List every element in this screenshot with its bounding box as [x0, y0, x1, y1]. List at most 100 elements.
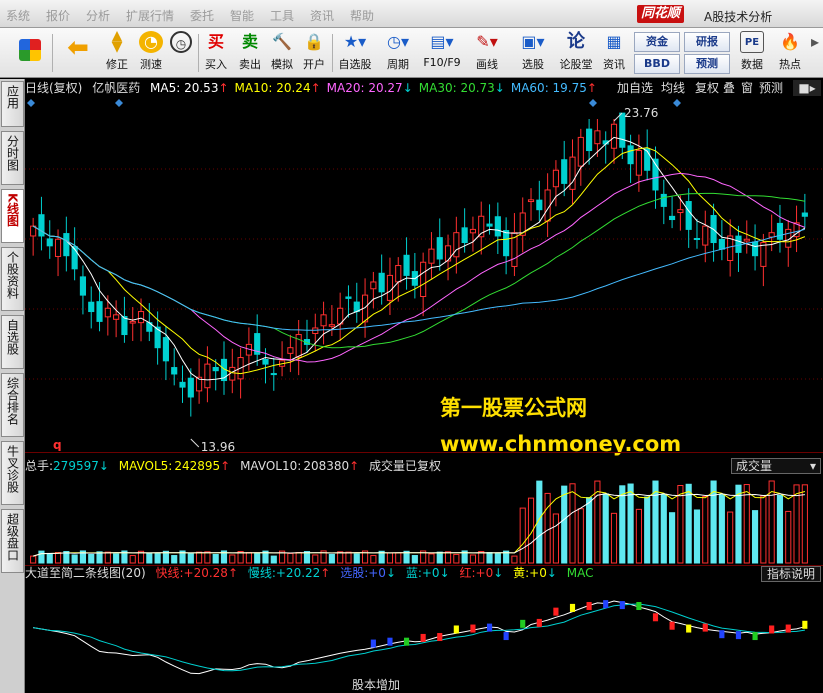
- speed-test-button[interactable]: ◔ 测速: [134, 31, 168, 75]
- fast-line: [33, 600, 806, 675]
- signal-block-93: [802, 620, 808, 629]
- draw-line-button[interactable]: ✎▾ 画线: [466, 31, 508, 75]
- candle-body-68: [594, 130, 601, 145]
- news-icon: ▦: [606, 32, 622, 51]
- volume-bar-37: [337, 551, 344, 564]
- candle-body-60: [527, 199, 535, 203]
- research-button[interactable]: 研报: [684, 32, 730, 52]
- buy-label: 买入: [205, 58, 227, 71]
- volume-bar-83: [718, 494, 725, 564]
- pick-value: +0: [368, 566, 386, 580]
- period-label: 周期: [387, 58, 409, 71]
- stock-screen-button[interactable]: ▣▾ 选股: [512, 31, 554, 75]
- menu-quote[interactable]: 报价: [46, 7, 70, 24]
- signal-block-45: [403, 637, 410, 646]
- bbd-button[interactable]: BBD: [634, 54, 680, 74]
- candle-body-32: [295, 334, 302, 358]
- candle-body-70: [610, 123, 618, 149]
- volume-bar-53: [469, 554, 477, 564]
- sell-button[interactable]: 卖 卖出: [234, 31, 266, 75]
- fund-button[interactable]: 资金: [634, 32, 680, 52]
- fast-value: +20.28: [183, 566, 228, 580]
- open-account-button[interactable]: 🔒 开户: [298, 31, 330, 75]
- candle-body-47: [420, 261, 427, 298]
- period-button[interactable]: ◷▾ 周期: [378, 31, 418, 75]
- menu-analysis[interactable]: 分析: [86, 7, 110, 24]
- red-label: 红:: [459, 566, 476, 580]
- signal-block-61: [536, 618, 542, 627]
- blue-value: +0: [421, 566, 440, 580]
- layout-button[interactable]: [14, 31, 46, 75]
- menu-smart[interactable]: 智能: [230, 7, 254, 24]
- volume-bar-88: [760, 495, 767, 564]
- tab-kline[interactable]: K线图: [1, 189, 24, 243]
- volume-bar-73: [635, 508, 642, 564]
- volume-bar-48: [428, 553, 435, 564]
- menu-news[interactable]: 资讯: [310, 7, 334, 24]
- volume-bar-69: [602, 493, 609, 564]
- kline-chart[interactable]: 23.76 13.96 q: [25, 79, 823, 451]
- back-button[interactable]: ⬅: [60, 31, 96, 75]
- tab-level2[interactable]: 超级盘口: [1, 509, 24, 573]
- indicator-help-button[interactable]: 指标说明: [761, 566, 821, 582]
- menu-tools[interactable]: 工具: [270, 7, 294, 24]
- candle-body-66: [577, 136, 584, 167]
- candle-body-77: [669, 215, 676, 221]
- candle-body-44: [395, 265, 402, 283]
- volume-bar-79: [685, 483, 692, 564]
- slow-line: [33, 603, 805, 672]
- tab-watchlist-label: 自选股: [5, 319, 20, 355]
- data-button[interactable]: PE 数据: [736, 31, 768, 75]
- news-button[interactable]: ▦ 资讯: [598, 31, 630, 75]
- candle-body-53: [469, 228, 477, 234]
- menu-help[interactable]: 帮助: [350, 7, 374, 24]
- document-icon: ▤▾: [430, 32, 454, 51]
- buy-button[interactable]: 买 买入: [200, 31, 232, 75]
- tab-watchlist[interactable]: 自选股: [1, 315, 24, 369]
- tab-diagnosis[interactable]: 牛叉诊股: [1, 441, 24, 505]
- volume-bar-21: [204, 551, 211, 564]
- tab-ranking[interactable]: 综合排名: [1, 373, 24, 437]
- buy-icon: 买: [207, 32, 224, 51]
- menu-trade[interactable]: 委托: [190, 7, 214, 24]
- hotspot-button[interactable]: 🔥 热点: [774, 31, 806, 75]
- signal-block-53: [470, 624, 476, 633]
- tab-intraday[interactable]: 分时图: [1, 131, 24, 185]
- toolbar-more-button[interactable]: ▸: [808, 31, 822, 75]
- f10-button[interactable]: ▤▾ F10/F9: [420, 31, 464, 75]
- volume-bar-22: [212, 553, 219, 564]
- candle-body-55: [486, 223, 493, 227]
- candle-body-3: [54, 238, 62, 257]
- low-price-label: 13.96: [201, 440, 235, 451]
- volume-bar-44: [395, 552, 402, 564]
- volume-bar-43: [386, 552, 394, 564]
- volume-bar-0: [30, 555, 37, 564]
- volume-chart[interactable]: [25, 467, 823, 567]
- pe-data-icon: PE: [740, 31, 764, 53]
- tab-kline-label: K线图: [5, 193, 20, 227]
- volume-bar-87: [751, 510, 759, 564]
- volume-bar-39: [353, 553, 360, 564]
- forecast-button[interactable]: 预测: [684, 54, 730, 74]
- forum-button[interactable]: 论 论股堂: [556, 31, 596, 75]
- speed-clock-button[interactable]: ◷: [166, 31, 196, 75]
- menu-extended-market[interactable]: 扩展行情: [126, 7, 174, 24]
- watchlist-button[interactable]: ★▾ 自选股: [334, 31, 376, 75]
- candle-body-87: [751, 241, 759, 257]
- clock-icon: ◷: [170, 31, 192, 53]
- screen-select-icon: ▣▾: [521, 32, 545, 51]
- correct-button[interactable]: ▲ ▼ 修正: [100, 29, 134, 75]
- volume-bar-70: [610, 512, 618, 564]
- candle-body-19: [187, 377, 194, 398]
- tab-apps[interactable]: 应用: [1, 81, 24, 127]
- signal-block-59: [520, 619, 526, 628]
- candle-body-93: [801, 212, 808, 217]
- candle-body-21: [204, 363, 211, 389]
- candle-body-67: [586, 128, 593, 152]
- menu-system[interactable]: 系统: [6, 7, 30, 24]
- simulate-button[interactable]: 🔨 模拟: [266, 31, 298, 75]
- tab-stock-profile[interactable]: 个股资料: [1, 247, 24, 311]
- indicator-chart[interactable]: [25, 583, 823, 693]
- volume-bar-15: [154, 552, 161, 564]
- volume-bar-86: [743, 484, 750, 564]
